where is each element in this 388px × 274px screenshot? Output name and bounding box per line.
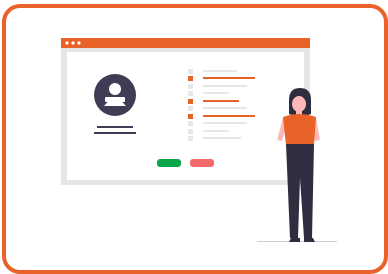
list-line [203, 130, 229, 132]
window-content [67, 52, 304, 180]
list-marker [188, 69, 193, 74]
list-marker [188, 84, 193, 89]
list-line [203, 107, 247, 109]
list-line [203, 137, 241, 139]
list-marker [188, 114, 193, 119]
profile-name-line [97, 126, 133, 128]
list-marker [188, 99, 193, 104]
user-avatar-icon [94, 74, 136, 116]
list-marker [188, 76, 193, 81]
list-line [203, 77, 255, 79]
list-marker [188, 129, 193, 134]
list-marker [188, 91, 193, 96]
list-marker [188, 136, 193, 141]
list-marker [188, 106, 193, 111]
right-shoe [304, 238, 315, 242]
profile-name-line [94, 132, 136, 134]
confirm-button[interactable] [157, 159, 181, 167]
list-line [203, 122, 247, 124]
pants [286, 144, 314, 238]
list-line [203, 85, 247, 87]
left-shoe [289, 238, 300, 242]
face [292, 96, 306, 112]
list-line [203, 115, 255, 117]
shirt [283, 114, 316, 145]
window-dot-icon [65, 41, 69, 45]
list-marker [188, 121, 193, 126]
list-line [203, 92, 229, 94]
list-line [203, 70, 237, 72]
illustration [61, 38, 337, 242]
window-dot-icon [71, 41, 75, 45]
cancel-button[interactable] [190, 159, 214, 167]
browser-window [61, 38, 310, 185]
list-line [203, 100, 239, 102]
window-titlebar [61, 38, 310, 48]
window-dot-icon [77, 41, 81, 45]
